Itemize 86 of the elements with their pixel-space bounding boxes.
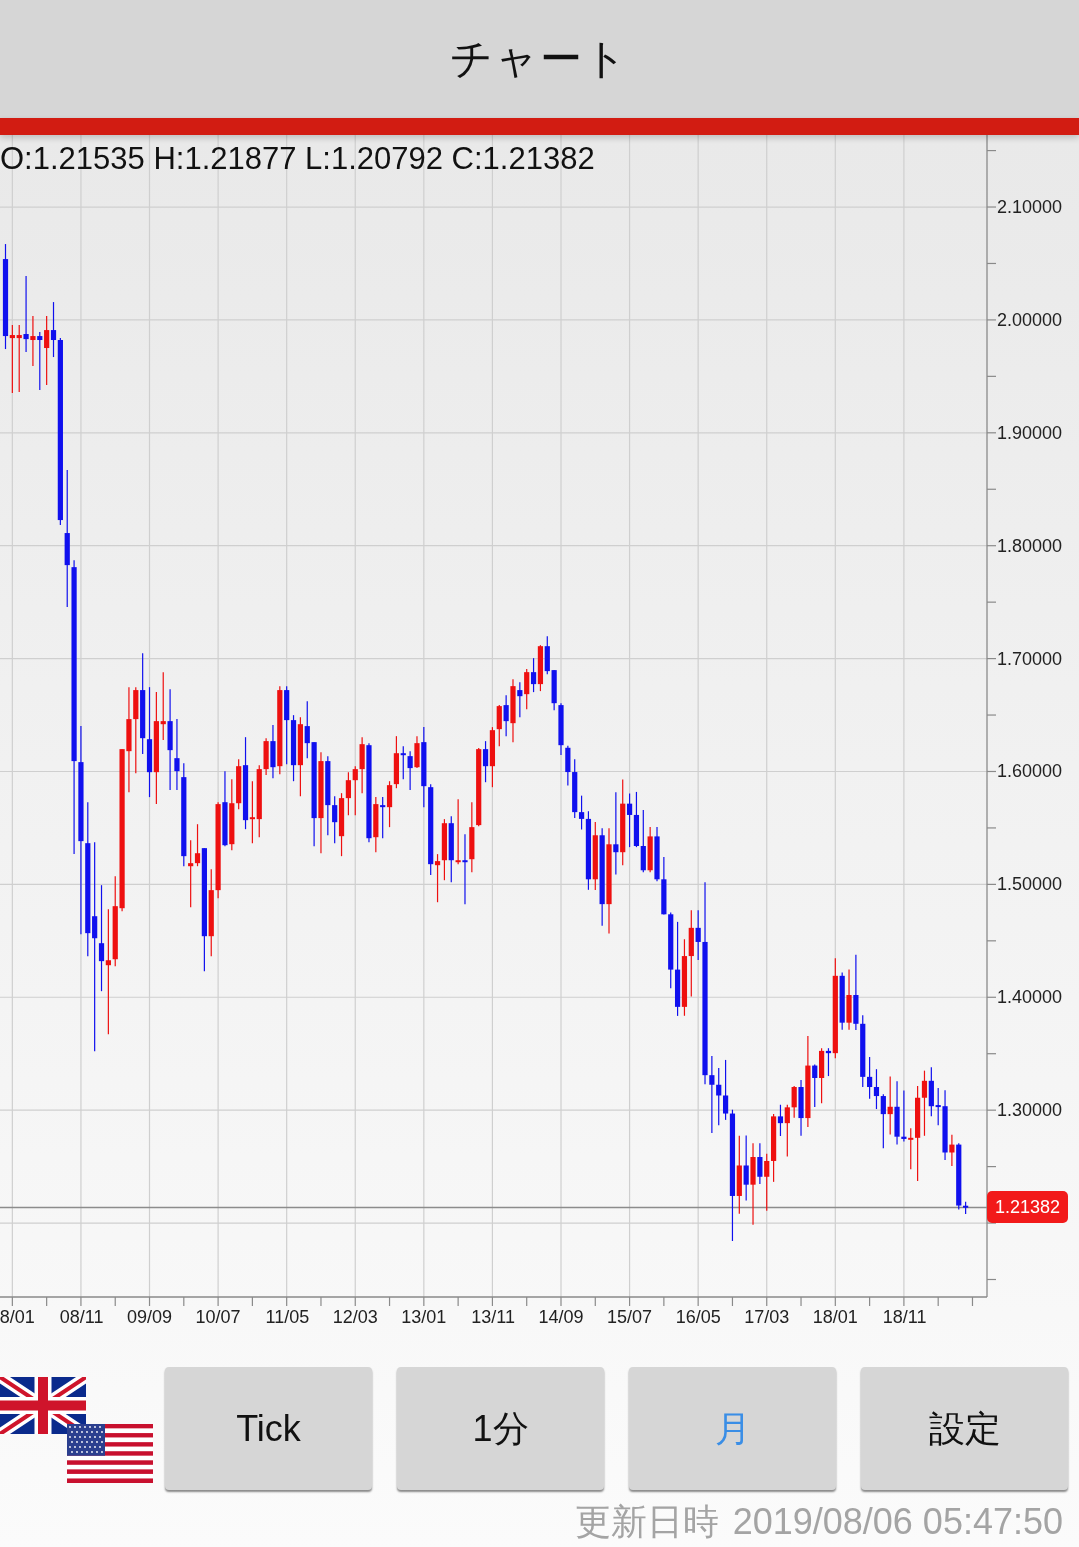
- candlestick: [784, 1104, 790, 1158]
- candlestick: [400, 745, 406, 780]
- period-tab[interactable]: 1分: [397, 1367, 604, 1490]
- candlestick: [188, 839, 194, 908]
- candlestick: [764, 1153, 770, 1212]
- candlestick: [386, 780, 393, 828]
- time-axis-label: 16/05: [675, 1306, 721, 1328]
- candlestick: [503, 694, 509, 737]
- time-axis-label: 09/09: [127, 1306, 173, 1328]
- candlestick: [880, 1093, 886, 1149]
- price-axis-label: 1.50000: [997, 873, 1063, 896]
- candlestick: [777, 1104, 784, 1137]
- price-axis-label: 1.80000: [997, 534, 1063, 557]
- price-axis-label: 1.70000: [997, 647, 1063, 670]
- candlestick: [160, 671, 166, 741]
- candlestick: [37, 331, 43, 391]
- candlestick: [626, 792, 633, 848]
- update-label: 更新日時: [574, 1502, 719, 1542]
- time-axis-label: 18/01: [812, 1306, 858, 1328]
- time-axis-label: 14/09: [538, 1306, 584, 1328]
- candlestick: [50, 301, 57, 358]
- screen-title: チャート: [450, 38, 629, 80]
- price-axis-label: 1.90000: [997, 421, 1063, 444]
- candlestick: [695, 909, 701, 961]
- time-axis-label: 8/01: [0, 1306, 35, 1328]
- candlestick: [98, 884, 105, 992]
- candlestick: [30, 315, 36, 367]
- candlestick: [921, 1070, 928, 1137]
- candlestick: [105, 908, 111, 1035]
- candlestick: [482, 740, 489, 783]
- time-axis-label: 18/11: [882, 1306, 927, 1328]
- candlestick: [332, 795, 338, 844]
- price-axis-label: 2.00000: [997, 308, 1063, 331]
- candlestick: [455, 798, 461, 865]
- candlestick: [380, 796, 386, 839]
- candlestick: [901, 1089, 907, 1143]
- price-axis-label: 2.10000: [997, 196, 1063, 218]
- candlestick: [9, 324, 15, 394]
- candlestick: [194, 823, 201, 867]
- us-flag-icon: [67, 1424, 153, 1483]
- candlestick: [949, 1134, 955, 1167]
- period-tab[interactable]: Tick: [165, 1367, 372, 1490]
- candlestick: [887, 1075, 893, 1136]
- candlestick: [407, 750, 413, 791]
- candlestick: [434, 853, 441, 903]
- candlestick: [867, 1056, 873, 1100]
- candlestick: [709, 1055, 715, 1134]
- time-axis-label: 17/03: [744, 1306, 790, 1328]
- candlestick: [517, 681, 523, 718]
- candlestick: [524, 668, 530, 710]
- candlestick: [352, 765, 358, 816]
- price-axis-label: 1.60000: [997, 760, 1063, 783]
- current-price-tag: 1.21382: [987, 1191, 1068, 1224]
- candlestick: [174, 718, 180, 791]
- update-timestamp: 2019/08/06 05:47:50: [732, 1502, 1063, 1542]
- candlestick: [530, 657, 537, 693]
- candlestick: [722, 1059, 729, 1121]
- time-axis-label: 15/07: [607, 1306, 653, 1328]
- time-axis-label: 08/11: [59, 1306, 104, 1328]
- candlestick: [791, 1085, 797, 1119]
- candlestick: [908, 1127, 914, 1170]
- candlestick: [757, 1142, 763, 1185]
- candlestick: [743, 1134, 749, 1202]
- settings-button[interactable]: 設定: [861, 1367, 1068, 1490]
- price-axis-label: 1.40000: [997, 986, 1063, 1009]
- candlestick: [249, 780, 255, 844]
- candlestick: [578, 795, 585, 831]
- time-axis-label: 11/05: [265, 1306, 310, 1328]
- candlestick: [873, 1068, 880, 1110]
- candlestick: [23, 275, 29, 353]
- time-axis-label: 10/07: [195, 1306, 241, 1328]
- candlestick: [462, 833, 468, 905]
- uk-flag-icon: [0, 1377, 86, 1434]
- ohlc-readout: O:1.21535 H:1.21877 L:1.20792 C:1.21382: [0, 141, 595, 177]
- candlestick: [496, 704, 502, 747]
- candlestick: [16, 324, 22, 393]
- time-axis-label: 13/11: [471, 1306, 515, 1328]
- candlestick: [44, 315, 50, 386]
- candlestick: [345, 771, 352, 816]
- time-axis-label: 13/01: [401, 1306, 447, 1328]
- price-axis-label: 1.30000: [997, 1099, 1063, 1122]
- time-axis-label: 12/03: [332, 1306, 378, 1328]
- candlestick: [812, 1063, 818, 1108]
- candlestick: [304, 700, 310, 759]
- candlestick: [613, 791, 619, 876]
- candlestick: [92, 841, 98, 1052]
